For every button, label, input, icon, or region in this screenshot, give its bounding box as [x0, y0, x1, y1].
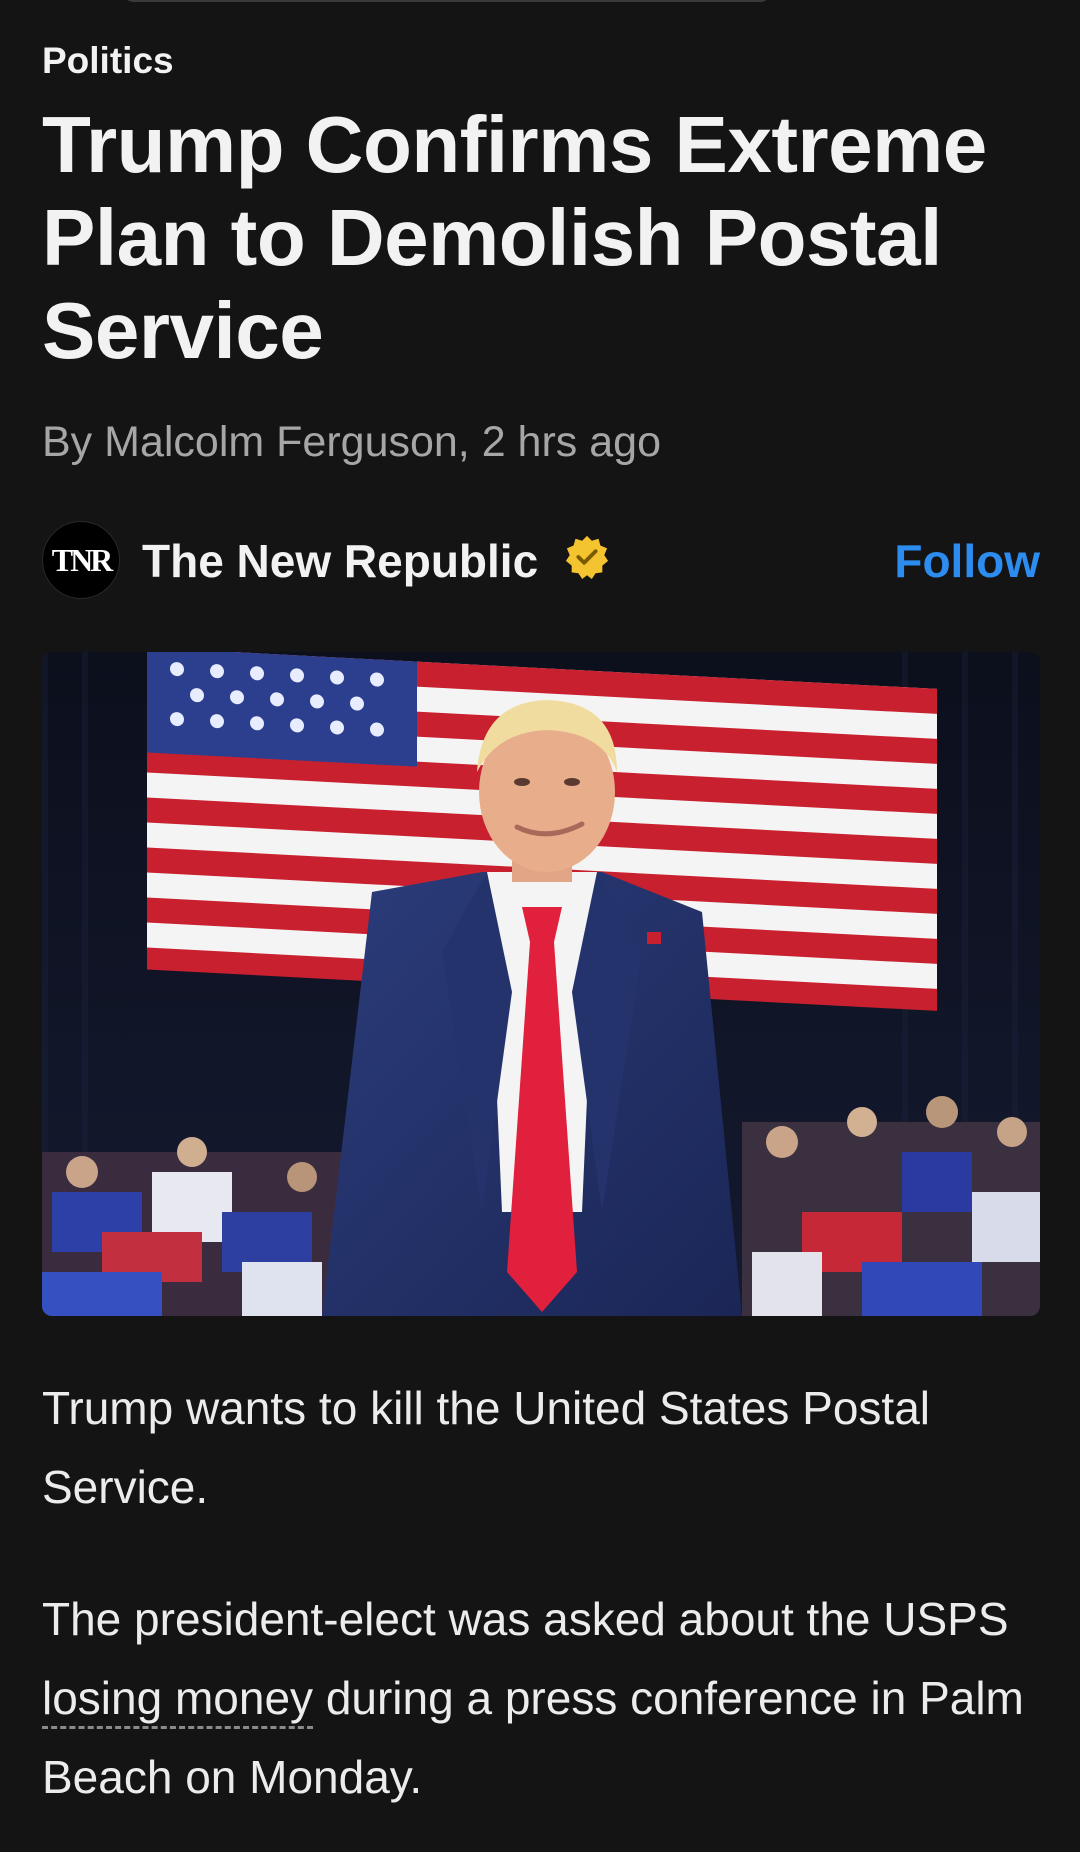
- article-hero-image[interactable]: [42, 652, 1040, 1316]
- publisher-name[interactable]: The New Republic: [142, 534, 538, 588]
- follow-button[interactable]: Follow: [894, 534, 1040, 588]
- category-label[interactable]: Politics: [42, 40, 174, 82]
- verified-badge-icon: [565, 535, 609, 580]
- sheet-handle[interactable]: [122, 0, 772, 2]
- publisher-avatar[interactable]: TNR: [42, 521, 120, 599]
- inline-link-losing-money[interactable]: losing money: [42, 1672, 314, 1729]
- byline: By Malcolm Ferguson, 2 hrs ago: [42, 418, 661, 466]
- article-headline: Trump Confirms Extreme Plan to Demolish …: [42, 100, 987, 375]
- hero-photo: [42, 652, 1040, 1316]
- publisher-logo-text: TNR: [51, 541, 114, 578]
- article-paragraph: The president-elect was asked about the …: [42, 1580, 1042, 1817]
- article-page: Politics Trump Confirms Extreme Plan to …: [0, 0, 1080, 1852]
- paragraph-text: The president-elect was asked about the …: [42, 1593, 1009, 1645]
- publisher-row: TNR The New Republic Follow: [42, 520, 1040, 600]
- article-paragraph: Trump wants to kill the United States Po…: [42, 1382, 931, 1513]
